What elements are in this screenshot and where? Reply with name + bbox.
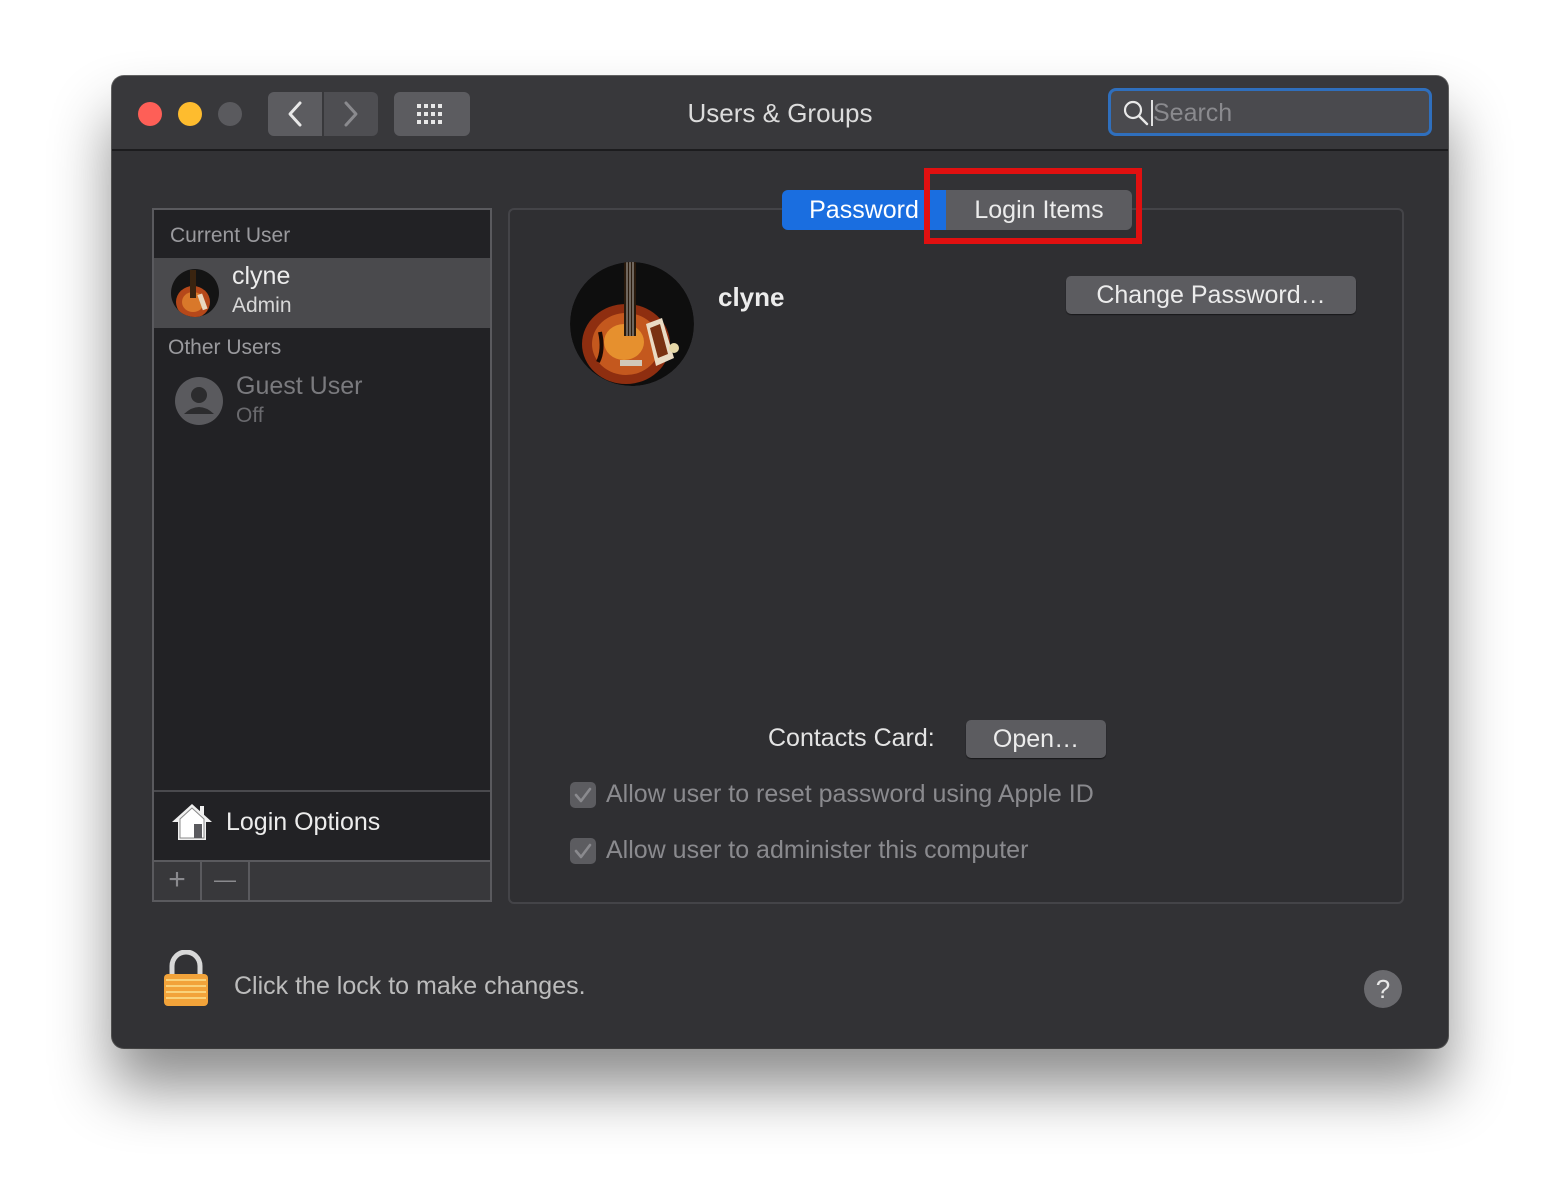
sidebar-toolbar: + — (154, 860, 490, 900)
guest-user-status: Off (236, 404, 264, 427)
user-row-guest[interactable]: Guest User Off (154, 364, 490, 434)
current-user-header: Current User (170, 224, 291, 247)
administer-label: Allow user to administer this computer (606, 836, 1029, 864)
user-picture[interactable] (570, 262, 694, 386)
reset-password-checkbox[interactable] (570, 782, 596, 808)
user-role: Admin (232, 294, 292, 317)
selected-user-name: clyne (718, 282, 785, 312)
add-user-button[interactable]: + (154, 862, 202, 900)
search-icon (1123, 100, 1149, 126)
highlight-annotation-box (924, 168, 1142, 244)
user-list-sidebar: Current User clyne Admin Other Users Gue… (152, 208, 492, 902)
lock-hint-text: Click the lock to make changes. (234, 972, 586, 1000)
reset-password-label: Allow user to reset password using Apple… (606, 780, 1094, 808)
lock-icon[interactable] (162, 950, 210, 1008)
checkmark-icon (574, 787, 592, 803)
guest-user-icon (175, 377, 223, 425)
house-icon (172, 804, 212, 840)
user-row-clyne[interactable]: clyne Admin (154, 258, 490, 328)
user-avatar-guitar (171, 269, 219, 317)
contacts-card-label: Contacts Card: (768, 724, 935, 752)
login-options-row[interactable]: Login Options (154, 790, 490, 860)
title-bar: Users & Groups (112, 76, 1448, 151)
change-password-button[interactable]: Change Password… (1066, 276, 1356, 314)
login-options-label: Login Options (226, 808, 381, 836)
open-contacts-button[interactable]: Open… (966, 720, 1106, 758)
checkmark-icon (574, 843, 592, 859)
help-button[interactable]: ? (1364, 970, 1402, 1008)
users-groups-window: Users & Groups Current User (112, 76, 1448, 1048)
administer-checkbox[interactable] (570, 838, 596, 864)
search-field[interactable] (1108, 88, 1432, 136)
guitar-avatar-image (570, 262, 694, 386)
other-users-header: Other Users (168, 336, 282, 359)
guest-user-name: Guest User (236, 372, 363, 400)
tab-password[interactable]: Password (782, 190, 946, 230)
search-input[interactable] (1153, 95, 1413, 131)
remove-user-button[interactable]: — (202, 862, 250, 900)
user-name: clyne (232, 262, 291, 290)
